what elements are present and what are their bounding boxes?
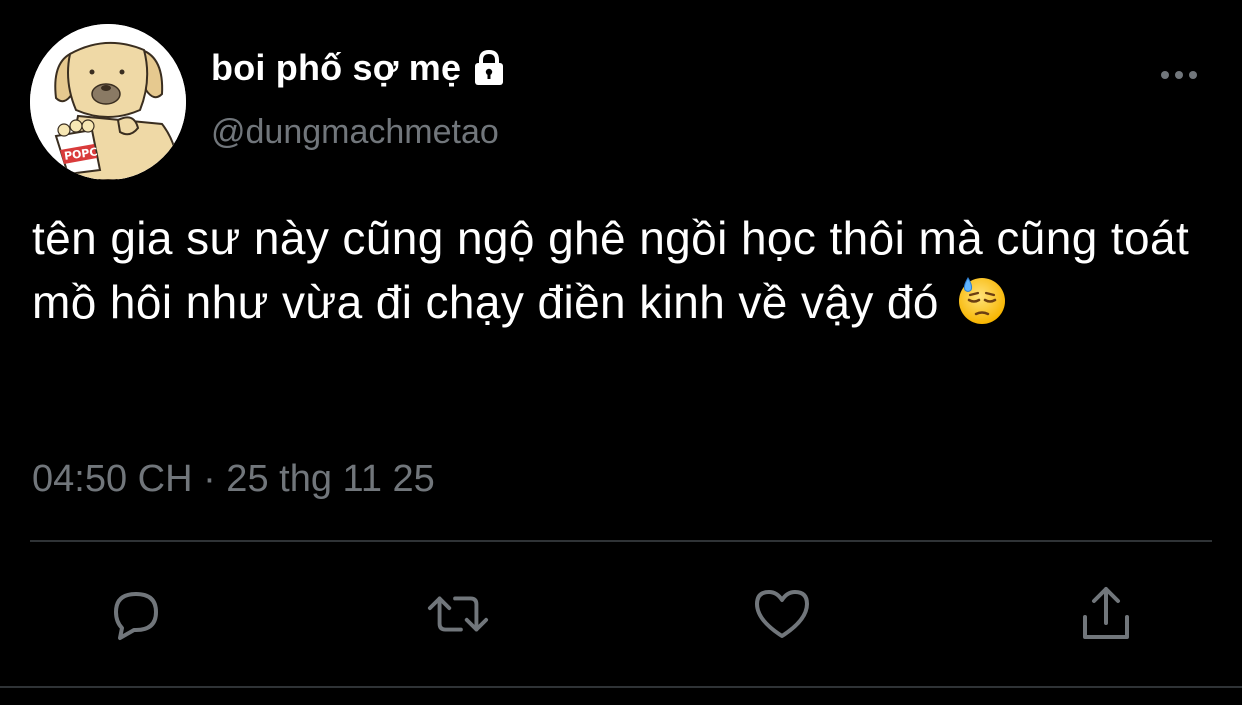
display-name[interactable]: boi phố sợ mẹ	[211, 47, 461, 89]
user-handle[interactable]: @dungmachmetao	[211, 113, 499, 152]
downcast-face-with-sweat-emoji	[956, 274, 1008, 326]
lock-icon	[469, 48, 509, 88]
tweet-text: tên gia sư này cũng ngộ ghê ngồi học thô…	[32, 206, 1212, 334]
dog-popcorn-avatar-image: POPC	[30, 24, 186, 180]
name-row: boi phố sợ mẹ	[211, 46, 509, 90]
like-button[interactable]	[750, 582, 814, 646]
reply-icon	[114, 592, 158, 640]
share-button[interactable]	[1074, 582, 1138, 646]
avatar[interactable]: POPC	[30, 24, 186, 180]
bottom-divider	[0, 686, 1242, 688]
timestamp[interactable]: 04:50 CH · 25 thg 11 25	[32, 458, 435, 501]
tweet-body: tên gia sư này cũng ngộ ghê ngồi học thô…	[32, 212, 1190, 328]
heart-icon	[755, 590, 809, 638]
divider	[30, 540, 1212, 542]
share-icon	[1083, 587, 1129, 639]
more-options-icon[interactable]	[1156, 62, 1202, 88]
retweet-button[interactable]	[426, 582, 490, 646]
reply-button[interactable]	[104, 582, 168, 646]
retweet-icon	[427, 596, 489, 632]
tweet-card: POPC boi phố sợ mẹ @dungmachmetao tên gi…	[0, 0, 1242, 705]
